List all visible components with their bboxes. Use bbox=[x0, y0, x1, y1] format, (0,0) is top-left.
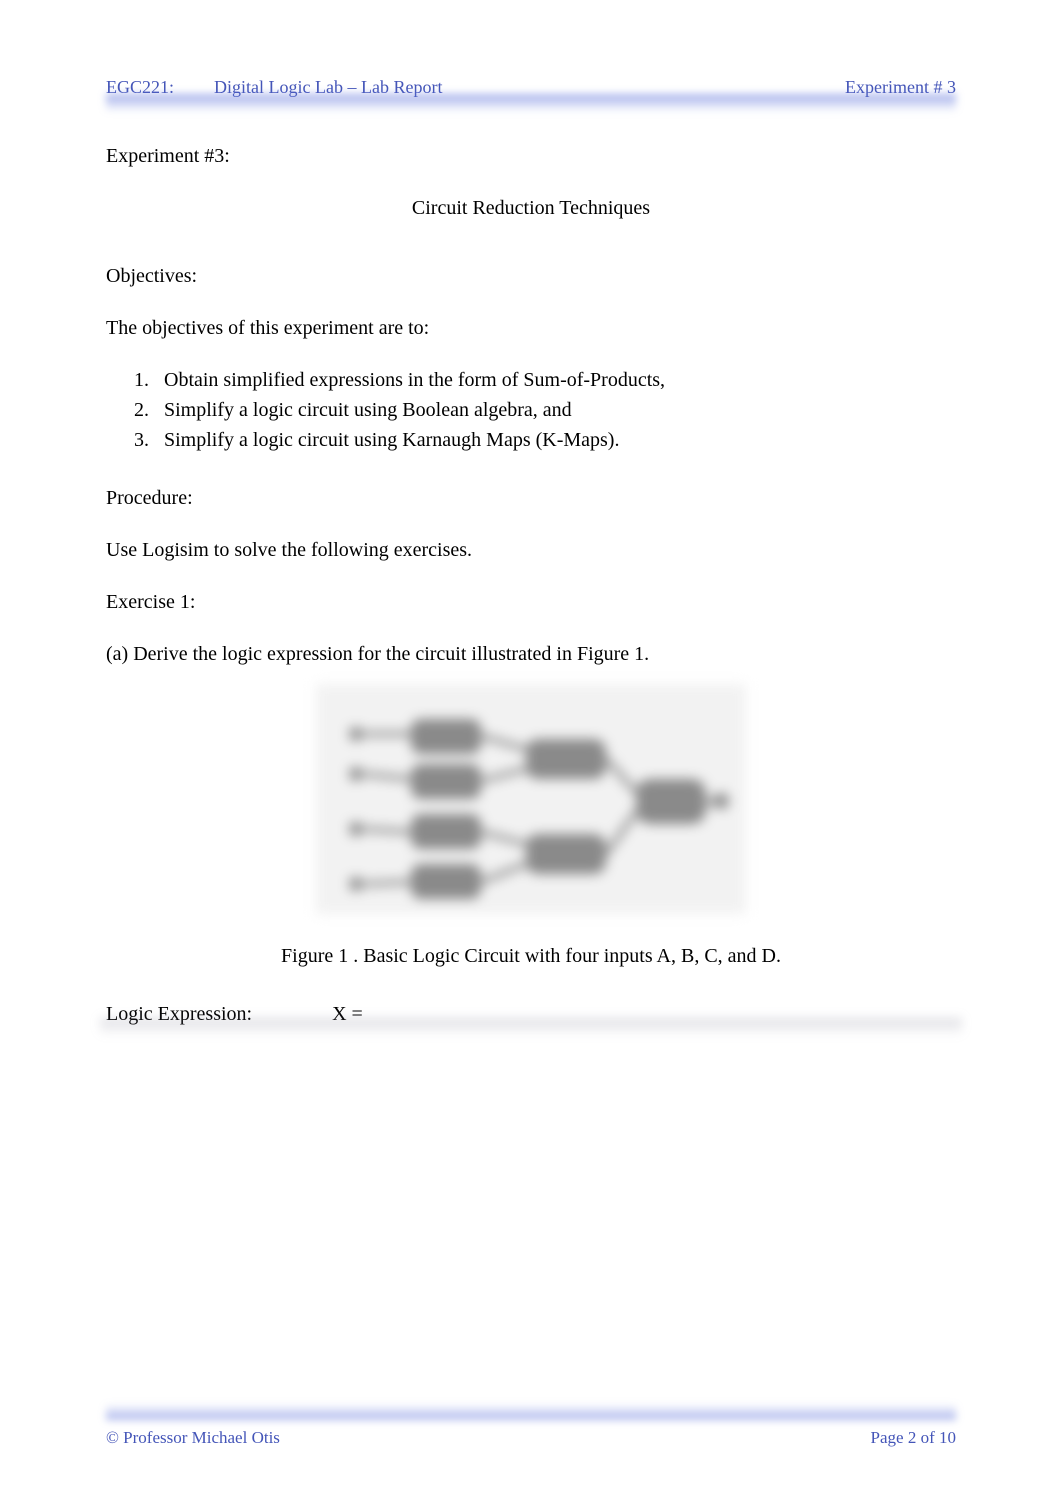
logic-expression-row: Logic Expression: X = bbox=[106, 998, 956, 1030]
page-footer: © Professor Michael Otis Page 2 of 10 bbox=[106, 1428, 956, 1448]
footer-page-number: Page 2 of 10 bbox=[871, 1428, 956, 1448]
list-item: Simplify a logic circuit using Karnaugh … bbox=[154, 426, 956, 454]
row-shadow bbox=[100, 1018, 962, 1036]
experiment-title: Circuit Reduction Techniques bbox=[106, 194, 956, 222]
figure-caption: Figure 1 . Basic Logic Circuit with four… bbox=[106, 942, 956, 970]
experiment-label: Experiment #3: bbox=[106, 142, 956, 170]
footer-author: © Professor Michael Otis bbox=[106, 1428, 280, 1448]
objectives-heading: Objectives: bbox=[106, 262, 956, 290]
circuit-diagram-icon bbox=[316, 684, 746, 914]
objectives-intro: The objectives of this experiment are to… bbox=[106, 314, 956, 342]
page-header: EGC221: Digital Logic Lab – Lab Report E… bbox=[106, 72, 956, 102]
objectives-list: Obtain simplified expressions in the for… bbox=[154, 366, 956, 454]
procedure-text: Use Logisim to solve the following exerc… bbox=[106, 536, 956, 564]
header-divider-glow bbox=[106, 94, 956, 112]
exercise-heading: Exercise 1: bbox=[106, 588, 956, 616]
list-item: Simplify a logic circuit using Boolean a… bbox=[154, 396, 956, 424]
procedure-heading: Procedure: bbox=[106, 484, 956, 512]
exercise-prompt: (a) Derive the logic expression for the … bbox=[106, 640, 956, 668]
list-item: Obtain simplified expressions in the for… bbox=[154, 366, 956, 394]
figure-1 bbox=[106, 684, 956, 922]
footer-divider-glow bbox=[106, 1404, 956, 1420]
